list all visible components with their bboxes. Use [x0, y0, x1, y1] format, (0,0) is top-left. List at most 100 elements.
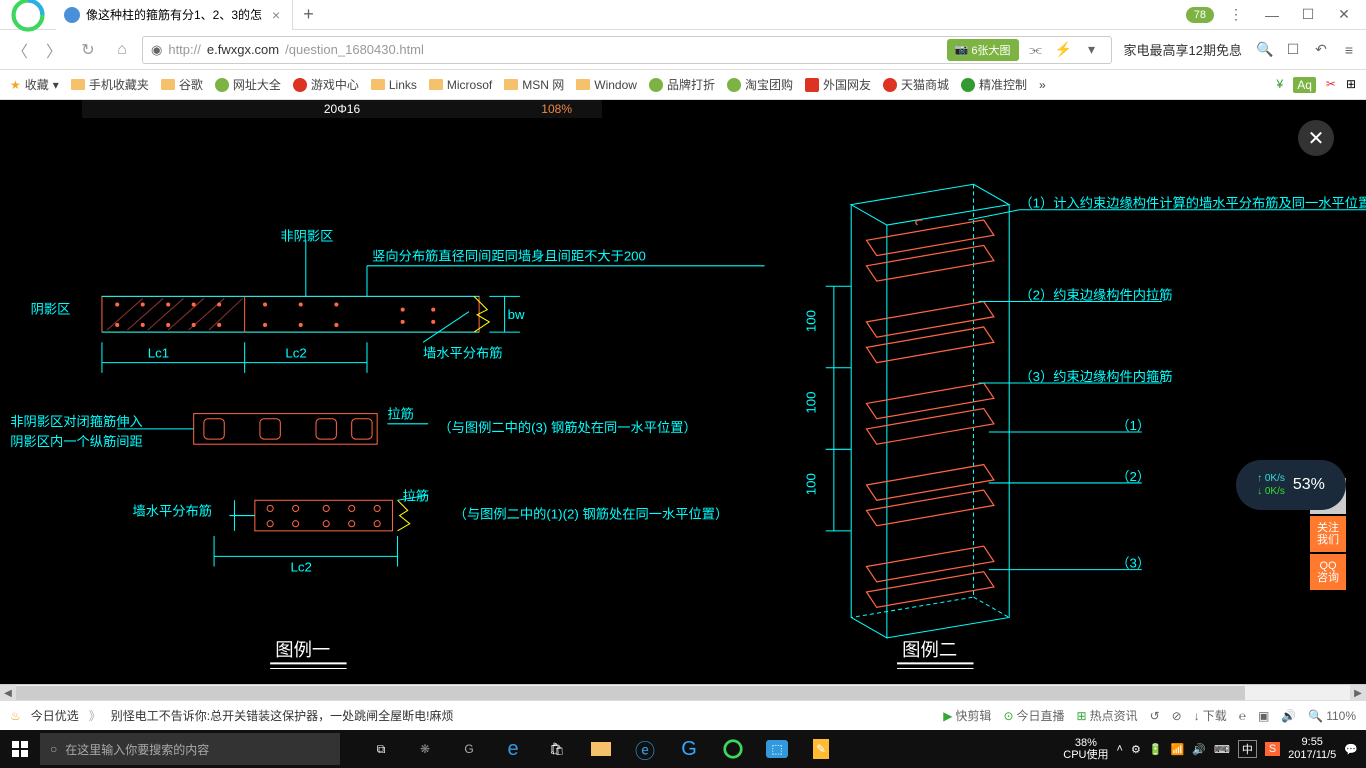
app-icon[interactable]: ⬚ — [756, 730, 798, 768]
bookmark-more[interactable]: » — [1039, 78, 1046, 92]
horizontal-scrollbar[interactable]: ◀ ▶ — [0, 684, 1366, 700]
share-icon[interactable]: ⫘ — [1025, 39, 1047, 61]
ext-icon[interactable]: ¥ — [1277, 77, 1284, 93]
bookmark-fav[interactable]: ★收藏 ▾ — [10, 76, 59, 93]
taskbar-search[interactable]: ○ 在这里输入你要搜索的内容 — [40, 733, 340, 765]
bookmarks-bar: ★收藏 ▾ 手机收藏夹 谷歌 网址大全 游戏中心 Links Microsof … — [0, 70, 1366, 100]
news-link[interactable]: 别怪电工不告诉你:总开关错装这保护器，一处跳闸全屋断电!麻烦 — [111, 707, 454, 724]
menu-icon[interactable]: ⋮ — [1222, 1, 1250, 29]
titlebar: 像这种柱的箍筋有分1、2、3的怎 × + 78 ⋮ — ☐ ✕ — [0, 0, 1366, 30]
app-icon[interactable]: G — [448, 730, 490, 768]
forward-button[interactable]: 〉 — [40, 36, 68, 64]
url-path: /question_1680430.html — [285, 42, 424, 57]
bookmark-item[interactable]: 网址大全 — [215, 76, 281, 93]
toolbar-icon[interactable]: ↺ — [1150, 709, 1160, 723]
bookmark-item[interactable]: 精准控制 — [961, 76, 1027, 93]
bookmark-item[interactable]: MSN 网 — [504, 76, 564, 93]
tray-icon[interactable]: 🔋 — [1149, 743, 1163, 756]
quick-clip-button[interactable]: ▶快剪辑 — [943, 707, 991, 724]
cad-header-strip: 20Φ16 108% — [82, 100, 602, 118]
image-viewer-close-button[interactable]: ✕ — [1298, 120, 1334, 156]
reload-button[interactable]: ↻ — [74, 36, 102, 64]
store-icon[interactable]: 🛍 — [536, 730, 578, 768]
download-button[interactable]: ↓ 下载 — [1194, 707, 1227, 724]
wifi-icon[interactable]: 📶 — [1171, 743, 1185, 756]
bookmark-item[interactable]: Microsof — [429, 78, 492, 92]
close-button[interactable]: ✕ — [1330, 1, 1358, 29]
app-icon[interactable]: G — [668, 730, 710, 768]
app-icon[interactable]: ❋ — [404, 730, 446, 768]
tray-icon[interactable]: ⚙ — [1131, 743, 1141, 756]
taskbar-clock[interactable]: 9:552017/11/5 — [1288, 736, 1336, 762]
edge-icon[interactable]: e — [492, 730, 534, 768]
site-icon — [883, 78, 897, 92]
ext-icon[interactable]: ✂ — [1326, 77, 1336, 93]
qq-consult-button[interactable]: QQ 咨询 — [1310, 554, 1346, 590]
site-icon — [805, 78, 819, 92]
cad-image-viewer[interactable]: 20Φ16 108% — [0, 100, 1366, 700]
ext-icon[interactable]: Aq — [1293, 77, 1316, 93]
toolbar-icon[interactable]: ▣ — [1258, 709, 1269, 723]
keyboard-icon[interactable]: ⌨ — [1214, 743, 1230, 756]
action-center-icon[interactable]: 💬 — [1344, 743, 1358, 756]
cad-label: （与图例二中的(1)(2) 钢筋处在同一水平位置） — [454, 506, 729, 522]
bookmark-item[interactable]: 外国网友 — [805, 76, 871, 93]
scroll-left-icon[interactable]: ◀ — [0, 685, 16, 700]
volume-icon[interactable]: 🔊 — [1192, 743, 1206, 756]
bookmark-item[interactable]: 谷歌 — [161, 76, 203, 93]
ime-indicator[interactable]: 中 — [1238, 740, 1257, 758]
undo-icon[interactable]: ↶ — [1310, 39, 1332, 61]
toolbar-icon[interactable]: ℮ — [1239, 709, 1246, 723]
new-tab-button[interactable]: + — [293, 4, 324, 25]
live-button[interactable]: ⊙今日直播 — [1003, 707, 1064, 724]
follow-us-button[interactable]: 关注 我们 — [1310, 516, 1346, 552]
maximize-button[interactable]: ☐ — [1294, 1, 1322, 29]
ime-icon[interactable]: S — [1265, 742, 1280, 756]
scrollbar-thumb[interactable] — [16, 686, 1245, 700]
cad-label: bw — [508, 307, 525, 322]
star-icon: ★ — [10, 78, 21, 92]
network-speed-gauge[interactable]: ↑ 0K/s ↓ 0K/s 53% — [1236, 460, 1346, 510]
bookmark-item[interactable]: Links — [371, 78, 417, 92]
ext-icon[interactable]: ⊞ — [1346, 77, 1356, 93]
bolt-icon[interactable]: ⚡ — [1053, 39, 1075, 61]
scroll-right-icon[interactable]: ▶ — [1350, 685, 1366, 700]
image-count-pill[interactable]: 📷 6张大图 — [947, 39, 1019, 61]
hot-news-button[interactable]: ⊞热点资讯 — [1077, 707, 1138, 724]
news-icon: ⊞ — [1077, 709, 1087, 723]
bookmark-item[interactable]: 淘宝团购 — [727, 76, 793, 93]
tray-up-icon[interactable]: ˄ — [1117, 743, 1123, 755]
dropdown-icon[interactable]: ▾ — [1081, 39, 1103, 61]
bookmark-item[interactable]: 品牌打折 — [649, 76, 715, 93]
zoom-level[interactable]: 🔍 110% — [1308, 709, 1356, 723]
home-button[interactable]: ⌂ — [108, 36, 136, 64]
today-pick[interactable]: 今日优选 — [31, 707, 79, 724]
menu-button[interactable]: ≡ — [1338, 39, 1360, 61]
explorer-icon[interactable] — [580, 730, 622, 768]
bookmark-item[interactable]: 天猫商城 — [883, 76, 949, 93]
browser-app-icon[interactable] — [712, 730, 754, 768]
tab-close-button[interactable]: × — [268, 7, 284, 23]
app-icon[interactable]: ✎ — [800, 730, 842, 768]
back-button[interactable]: 〈 — [6, 36, 34, 64]
toolbar-icon[interactable]: 🔊 — [1281, 709, 1296, 723]
bookmark-item[interactable]: 手机收藏夹 — [71, 76, 149, 93]
browser-tab[interactable]: 像这种柱的箍筋有分1、2、3的怎 × — [56, 0, 293, 30]
cpu-meter[interactable]: 38%CPU使用 — [1063, 737, 1108, 761]
minimize-button[interactable]: — — [1258, 1, 1286, 29]
task-view-button[interactable]: ⧉ — [360, 730, 402, 768]
browser-logo-icon[interactable] — [8, 0, 48, 35]
search-icon[interactable]: 🔍 — [1254, 39, 1276, 61]
bookmark-item[interactable]: Window — [576, 78, 637, 92]
ie-icon[interactable]: ⓔ — [624, 730, 666, 768]
cad-label: （与图例二中的(3) 钢筋处在同一水平位置） — [438, 419, 696, 435]
browser-status-bar: ♨ 今日优选 》 别怪电工不告诉你:总开关错装这保护器，一处跳闸全屋断电!麻烦 … — [0, 700, 1366, 730]
bookmark-item[interactable]: 游戏中心 — [293, 76, 359, 93]
extension-badge[interactable]: 78 — [1186, 7, 1214, 23]
toolbar-icon[interactable]: ⊘ — [1172, 709, 1182, 723]
promo-text[interactable]: 家电最高享12期免息 — [1118, 40, 1248, 59]
url-input[interactable]: ◉ http://e.fwxgx.com/question_1680430.ht… — [142, 36, 1112, 64]
bookmark-icon[interactable]: ☐ — [1282, 39, 1304, 61]
folder-icon — [429, 79, 443, 90]
start-button[interactable] — [0, 730, 40, 768]
